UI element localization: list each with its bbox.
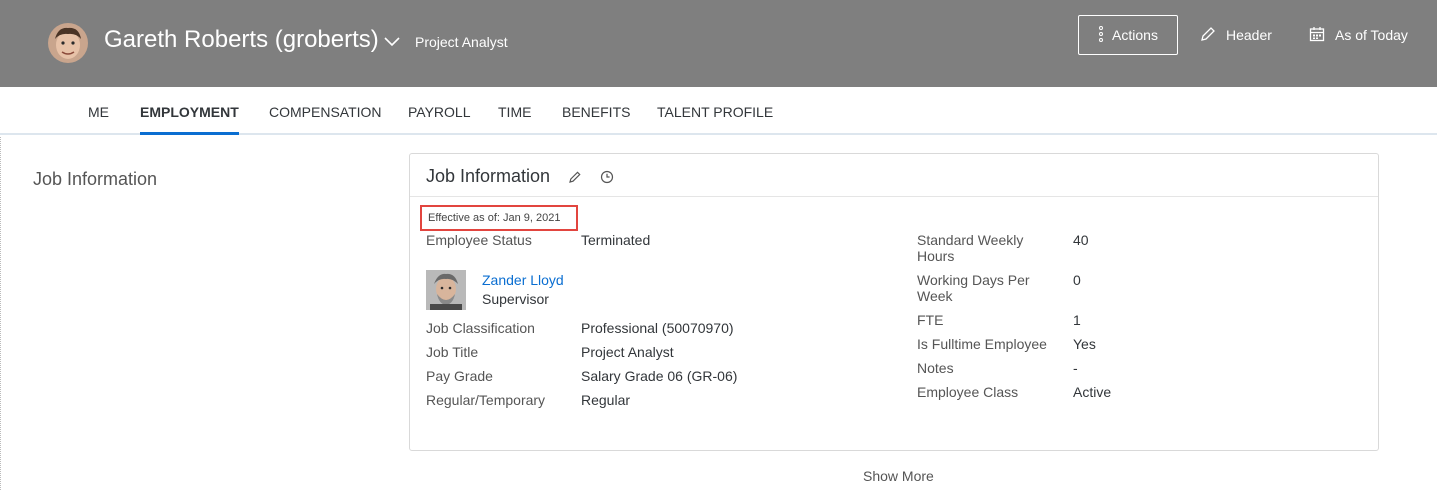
- header-button[interactable]: Header: [1200, 15, 1272, 55]
- supervisor-role: Supervisor: [482, 291, 549, 307]
- field-value-regular-temporary: Regular: [581, 392, 631, 408]
- supervisor-avatar[interactable]: [426, 270, 466, 310]
- tab-employment[interactable]: EMPLOYMENT: [140, 87, 239, 135]
- field-value-employee-class: Active: [1073, 384, 1112, 400]
- tab-bar: ME EMPLOYMENT COMPENSATION PAYROLL TIME …: [0, 87, 1437, 135]
- job-title-subtitle: Project Analyst: [415, 34, 508, 50]
- field-label-fte: FTE: [917, 312, 944, 328]
- tab-me[interactable]: ME: [88, 87, 109, 135]
- profile-header: Gareth Roberts (groberts) Project Analys…: [0, 0, 1437, 87]
- tab-talent-profile[interactable]: TALENT PROFILE: [657, 87, 773, 135]
- user-name: Gareth Roberts (groberts): [104, 26, 379, 53]
- tab-compensation[interactable]: COMPENSATION: [269, 87, 382, 135]
- pencil-icon: [1200, 26, 1216, 45]
- field-label-standard-weekly-hours: Standard Weekly Hours: [917, 232, 1024, 264]
- field-label-pay-grade: Pay Grade: [426, 368, 493, 384]
- section-label: Job Information: [33, 169, 158, 189]
- actions-label: Actions: [1112, 27, 1158, 43]
- edit-pencil-icon[interactable]: [568, 170, 582, 184]
- card-title: Job Information: [426, 166, 551, 186]
- field-value-fte: 1: [1073, 312, 1081, 328]
- field-value-employee-status: Terminated: [581, 232, 651, 248]
- calendar-icon: [1309, 26, 1325, 45]
- user-avatar[interactable]: [48, 23, 88, 63]
- supervisor-name-link[interactable]: Zander Lloyd: [482, 272, 564, 288]
- as-of-today-button[interactable]: As of Today: [1309, 15, 1408, 55]
- field-label-notes: Notes: [917, 360, 954, 376]
- job-information-card: Job Information Effective as of: Jan 9, …: [409, 153, 1379, 451]
- chevron-down-icon[interactable]: [383, 34, 401, 48]
- field-label-employee-class: Employee Class: [917, 384, 1019, 400]
- as-of-today-label: As of Today: [1335, 27, 1408, 43]
- field-value-working-days-per-week: 0: [1073, 272, 1081, 288]
- field-label-job-classification: Job Classification: [426, 320, 535, 336]
- field-value-pay-grade: Salary Grade 06 (GR-06): [581, 368, 738, 384]
- field-value-notes: -: [1073, 360, 1078, 376]
- tab-time[interactable]: TIME: [498, 87, 531, 135]
- field-label-working-days-per-week: Working Days Per Week: [917, 272, 1030, 304]
- card-header: Job Information: [410, 154, 1378, 197]
- more-vertical-icon: [1098, 25, 1104, 45]
- actions-button[interactable]: Actions: [1078, 15, 1178, 55]
- effective-date-badge: Effective as of: Jan 9, 2021: [420, 205, 578, 231]
- field-value-standard-weekly-hours: 40: [1073, 232, 1089, 248]
- history-clock-icon[interactable]: [600, 170, 614, 184]
- show-more-link[interactable]: Show More: [863, 468, 934, 484]
- main-content: Job Information Job Information Effectiv…: [0, 137, 1437, 490]
- field-label-regular-temporary: Regular/Temporary: [426, 392, 546, 408]
- tab-payroll[interactable]: PAYROLL: [408, 87, 471, 135]
- field-value-is-fulltime-employee: Yes: [1073, 336, 1096, 352]
- field-label-employee-status: Employee Status: [426, 232, 532, 248]
- field-value-job-title: Project Analyst: [581, 344, 674, 360]
- field-value-job-classification: Professional (50070970): [581, 320, 734, 336]
- field-label-job-title: Job Title: [426, 344, 479, 360]
- header-label: Header: [1226, 27, 1272, 43]
- tab-benefits[interactable]: BENEFITS: [562, 87, 630, 135]
- field-label-is-fulltime-employee: Is Fulltime Employee: [917, 336, 1047, 352]
